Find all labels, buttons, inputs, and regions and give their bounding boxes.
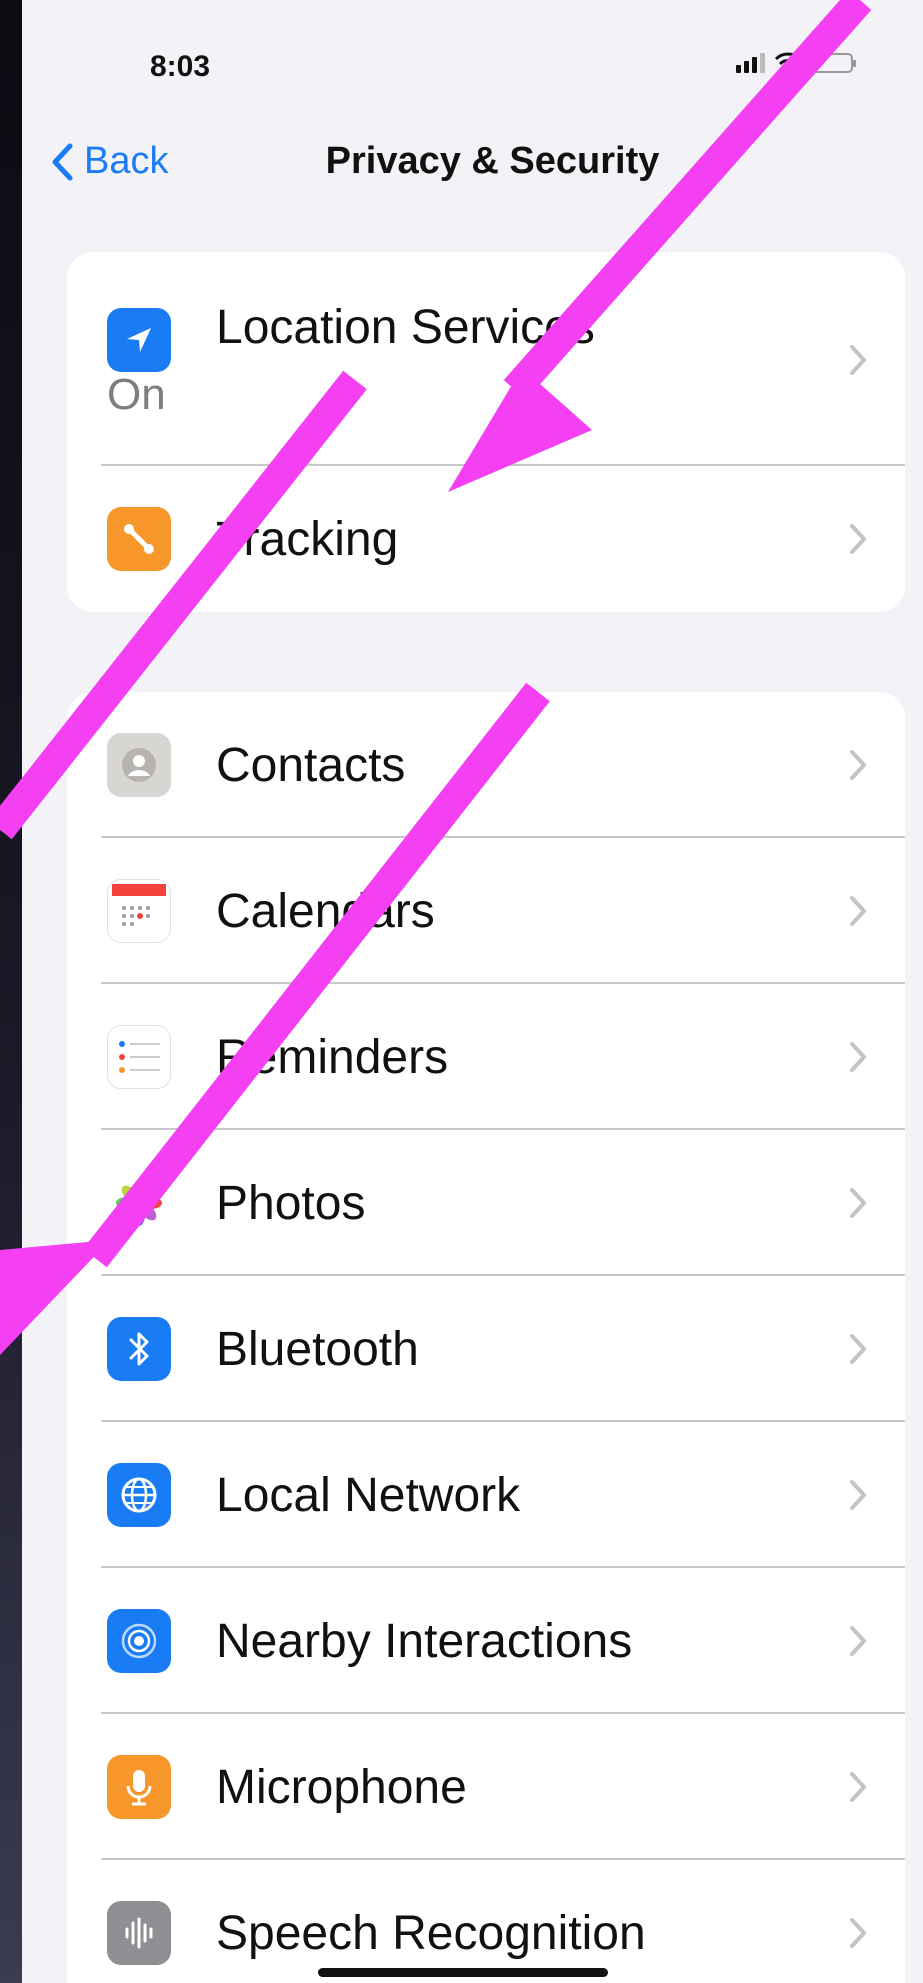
globe-icon xyxy=(107,1463,171,1527)
chevron-right-icon xyxy=(850,1042,867,1072)
speech-recognition-row[interactable]: Speech Recognition xyxy=(67,1860,905,1983)
contacts-row[interactable]: Contacts xyxy=(67,692,905,838)
location-services-value: On xyxy=(107,370,166,419)
microphone-row[interactable]: Microphone xyxy=(67,1714,905,1860)
nearby-interactions-label: Nearby Interactions xyxy=(216,1614,633,1668)
status-time: 8:03 xyxy=(150,50,211,83)
reminders-icon xyxy=(107,1025,171,1089)
cellular-signal-icon xyxy=(736,53,765,73)
contacts-label: Contacts xyxy=(216,738,406,792)
reminders-row[interactable]: Reminders xyxy=(67,984,905,1130)
contacts-icon xyxy=(107,733,171,797)
tracking-row[interactable]: Tracking xyxy=(67,466,905,612)
battery-icon xyxy=(811,53,856,73)
calendars-label: Calendars xyxy=(216,884,435,938)
photos-label: Photos xyxy=(216,1176,366,1230)
chevron-right-icon xyxy=(850,1480,867,1510)
nearby-interactions-icon xyxy=(107,1609,171,1673)
home-indicator[interactable] xyxy=(318,1968,608,1977)
status-icons xyxy=(736,52,856,74)
microphone-icon xyxy=(107,1755,171,1819)
location-tracking-group: Location Services On Tracking xyxy=(67,252,905,612)
chevron-right-icon xyxy=(850,1918,867,1948)
tracking-label: Tracking xyxy=(216,512,399,566)
chevron-right-icon xyxy=(850,345,867,375)
calendars-row[interactable]: Calendars xyxy=(67,838,905,984)
local-network-row[interactable]: Local Network xyxy=(67,1422,905,1568)
bluetooth-icon xyxy=(107,1317,171,1381)
chevron-right-icon xyxy=(850,1626,867,1656)
photos-row[interactable]: Photos xyxy=(67,1130,905,1276)
bluetooth-label: Bluetooth xyxy=(216,1322,419,1376)
speech-recognition-label: Speech Recognition xyxy=(216,1906,646,1960)
wifi-icon xyxy=(775,52,801,72)
permissions-group: Contacts Calendars Reminders Photos Blue… xyxy=(67,692,905,1983)
chevron-right-icon xyxy=(850,524,867,554)
chevron-right-icon xyxy=(850,750,867,780)
phone-screen: 8:03 Back Privacy & Security Location Se… xyxy=(22,0,923,1983)
microphone-label: Microphone xyxy=(216,1760,467,1814)
calendar-icon xyxy=(107,879,171,943)
local-network-label: Local Network xyxy=(216,1468,521,1522)
tracking-icon xyxy=(107,507,171,571)
location-arrow-icon xyxy=(107,308,171,372)
nearby-interactions-row[interactable]: Nearby Interactions xyxy=(67,1568,905,1714)
chevron-right-icon xyxy=(850,896,867,926)
location-services-label: Location Services xyxy=(216,301,595,354)
location-services-row[interactable]: Location Services On xyxy=(67,252,905,466)
page-title: Privacy & Security xyxy=(325,140,660,182)
speech-recognition-icon xyxy=(107,1901,171,1965)
chevron-right-icon xyxy=(850,1772,867,1802)
photos-icon xyxy=(107,1171,171,1235)
bluetooth-row[interactable]: Bluetooth xyxy=(67,1276,905,1422)
chevron-right-icon xyxy=(850,1188,867,1218)
reminders-label: Reminders xyxy=(216,1030,449,1084)
chevron-right-icon xyxy=(850,1334,867,1364)
